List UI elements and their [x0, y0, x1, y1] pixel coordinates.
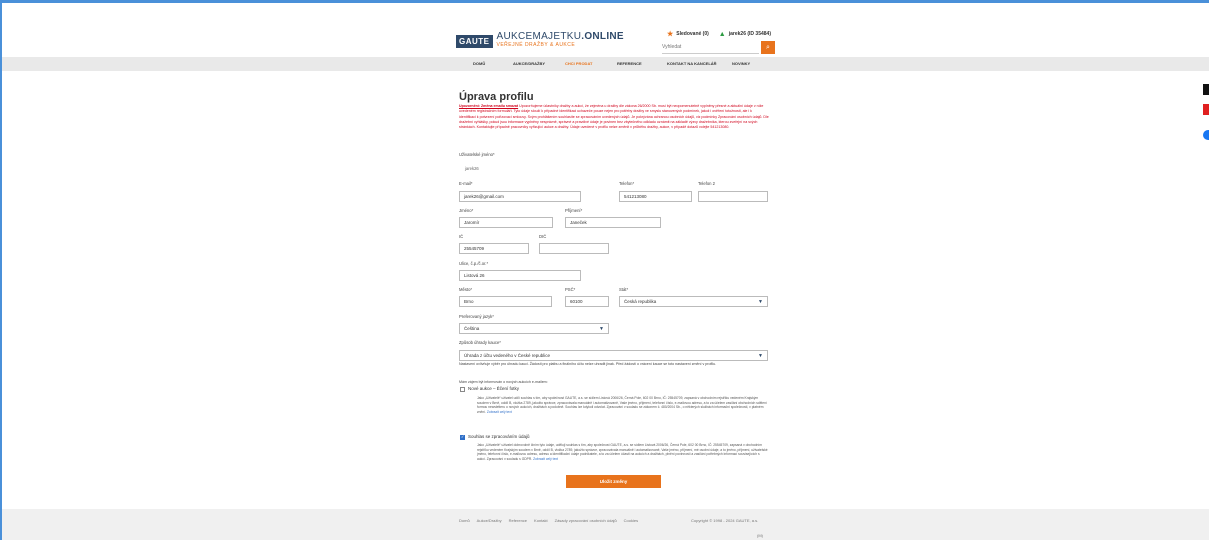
search-input[interactable] — [662, 41, 759, 54]
user-link[interactable]: ▲ jarek26 (ID 35484) — [719, 30, 771, 38]
star-icon: ★ — [667, 31, 674, 38]
phone2-label: Telefon 2 — [698, 181, 715, 186]
city-field[interactable]: Brno — [459, 296, 552, 307]
lastname-label: Příjmení* — [565, 208, 583, 213]
header-user-links: ★ Sledované (0) ▲ jarek26 (ID 35484) — [667, 30, 771, 39]
firstname-field[interactable]: Jaromír — [459, 217, 553, 228]
save-button[interactable]: Uložit změny — [566, 475, 661, 488]
lastname-field[interactable]: Janeček — [565, 217, 661, 228]
logo-tagline: VEŘEJNÉ DRAŽBY & AUKCE — [496, 42, 576, 48]
newsletter-intro: Mám zájem být informován o nových aukcíc… — [459, 380, 548, 384]
footer-link[interactable]: Zásady zpracování osobních údajů — [555, 518, 617, 523]
email-label: E-mail* — [459, 181, 473, 186]
city-label: Město* — [459, 287, 473, 292]
nav-home[interactable]: DOMŮ — [473, 61, 485, 66]
country-value: Česká republika — [624, 299, 657, 304]
footer-copyright: Copyright © 1998 - 2024 GAUTE, a.s. — [691, 518, 759, 523]
warning-bold: Upozornění: Změna emailu smazat — [459, 104, 519, 108]
street-field[interactable]: Listová 26 — [459, 270, 581, 281]
ic-field[interactable]: 25545709 — [459, 243, 529, 254]
search-bar: ⌕ — [662, 41, 775, 54]
dic-label: DIČ — [539, 234, 547, 239]
chevron-down-icon: ▼ — [758, 299, 763, 305]
street-label: Ulice, č.p./č.or.* — [459, 261, 489, 266]
payment-value: Úhrada z účtu vedeného v České republice — [464, 353, 551, 358]
chevron-down-icon: ▼ — [599, 326, 604, 332]
watched-link[interactable]: ★ Sledované (0) — [667, 30, 709, 38]
zip-field[interactable]: 60100 — [565, 296, 609, 307]
country-label: Stát* — [619, 287, 629, 292]
newsletter-checkbox[interactable] — [460, 387, 465, 392]
logo-text: AUKCEMAJETKU.ONLINE VEŘEJNÉ DRAŽBY & AUK… — [497, 32, 624, 50]
pdf-share-icon[interactable] — [1203, 104, 1209, 115]
page-title: Úprava profilu — [459, 91, 534, 103]
footer-version: (M) — [757, 533, 763, 538]
search-button[interactable]: ⌕ — [761, 41, 775, 54]
chevron-down-icon: ▼ — [758, 353, 763, 359]
gdpr-checkbox[interactable] — [460, 434, 465, 440]
profile-warning: Upozornění: Změna emailu smazat Upozorňu… — [459, 104, 769, 130]
zip-label: PSČ* — [565, 287, 576, 292]
window-left-border — [0, 0, 2, 540]
nav-auctions[interactable]: AUKCE/DRAŽBY — [513, 61, 545, 66]
site-footer — [0, 509, 1209, 540]
footer-link[interactable]: Cookies — [624, 518, 638, 523]
country-select[interactable]: Česká republika ▼ — [619, 296, 768, 307]
user-icon: ▲ — [718, 30, 726, 38]
lang-select[interactable]: Čeština ▼ — [459, 323, 609, 334]
main-nav: DOMŮ AUKCE/DRAŽBY CHCI PRODAT REFERENCE … — [0, 57, 1209, 71]
payment-select[interactable]: Úhrada z účtu vedeného v České republice… — [459, 350, 768, 361]
username-label: Uživatelské jméno* — [459, 152, 495, 157]
username-value: jarek26 — [465, 166, 479, 171]
logo-box: GAUTE — [456, 34, 493, 48]
logo-name-bold: .ONLINE — [581, 31, 624, 42]
gdpr-more-link[interactable]: Zobrazit celý text — [533, 457, 558, 461]
payment-label: Způsob úhrady kauce* — [459, 340, 501, 345]
facebook-share-icon[interactable] — [1203, 130, 1209, 140]
search-icon: ⌕ — [766, 43, 770, 51]
phone-field[interactable]: 541213080 — [619, 191, 692, 202]
newsletter-consent: Jako „Uživatelé“ uživatel udílí souhlas … — [477, 396, 768, 414]
watched-label: Sledované (0) — [676, 31, 709, 37]
nav-sell[interactable]: CHCI PRODAT — [565, 61, 592, 66]
gdpr-text: Jako „Uživatelé“ uživatel dobrovolně čin… — [477, 443, 768, 461]
footer-link[interactable]: Aukce/Dražby — [477, 518, 502, 523]
footer-link[interactable]: Reference — [509, 518, 527, 523]
nav-references[interactable]: REFERENCE — [617, 61, 642, 66]
payment-note: Nastavení ovlivňuje výběr pro úhradu kau… — [459, 362, 717, 366]
user-label: jarek26 (ID 35484) — [728, 31, 771, 37]
newsletter-label: Nové aukce – Ěčení fotky — [468, 386, 520, 391]
nav-office-contact[interactable]: KONTAKT NA KANCELÁŘ — [667, 61, 717, 66]
site-logo[interactable]: GAUTE AUKCEMAJETKU.ONLINE VEŘEJNÉ DRAŽBY… — [456, 32, 624, 50]
gdpr-label: Souhlas se zpracováním údajů — [468, 434, 530, 439]
x-share-icon[interactable] — [1203, 84, 1209, 95]
lang-value: Čeština — [464, 326, 480, 331]
gdpr-consent: Jako „Uživatelé“ uživatel dobrovolně čin… — [477, 443, 768, 461]
nav-news[interactable]: NOVINKY — [732, 61, 750, 66]
footer-link[interactable]: Domů — [459, 518, 470, 523]
phone-label: Telefon* — [619, 181, 635, 186]
newsletter-text: Jako „Uživatelé“ uživatel udílí souhlas … — [477, 396, 767, 414]
footer-links: Domů Aukce/Dražby Reference Kontakt Zása… — [459, 518, 638, 523]
dic-field[interactable] — [539, 243, 609, 254]
logo-name: AUKCEMAJETKU.ONLINE — [497, 31, 624, 42]
site-header: GAUTE AUKCEMAJETKU.ONLINE VEŘEJNÉ DRAŽBY… — [0, 3, 1209, 57]
email-field[interactable]: jarek26@gmail.com — [459, 191, 581, 202]
ic-label: IČ — [459, 234, 464, 239]
firstname-label: Jméno* — [459, 208, 474, 213]
phone2-field[interactable] — [698, 191, 768, 202]
lang-label: Preferovaný jazyk* — [459, 314, 494, 319]
newsletter-more-link[interactable]: Zobrazit celý text — [487, 410, 512, 414]
footer-link[interactable]: Kontakt — [534, 518, 548, 523]
